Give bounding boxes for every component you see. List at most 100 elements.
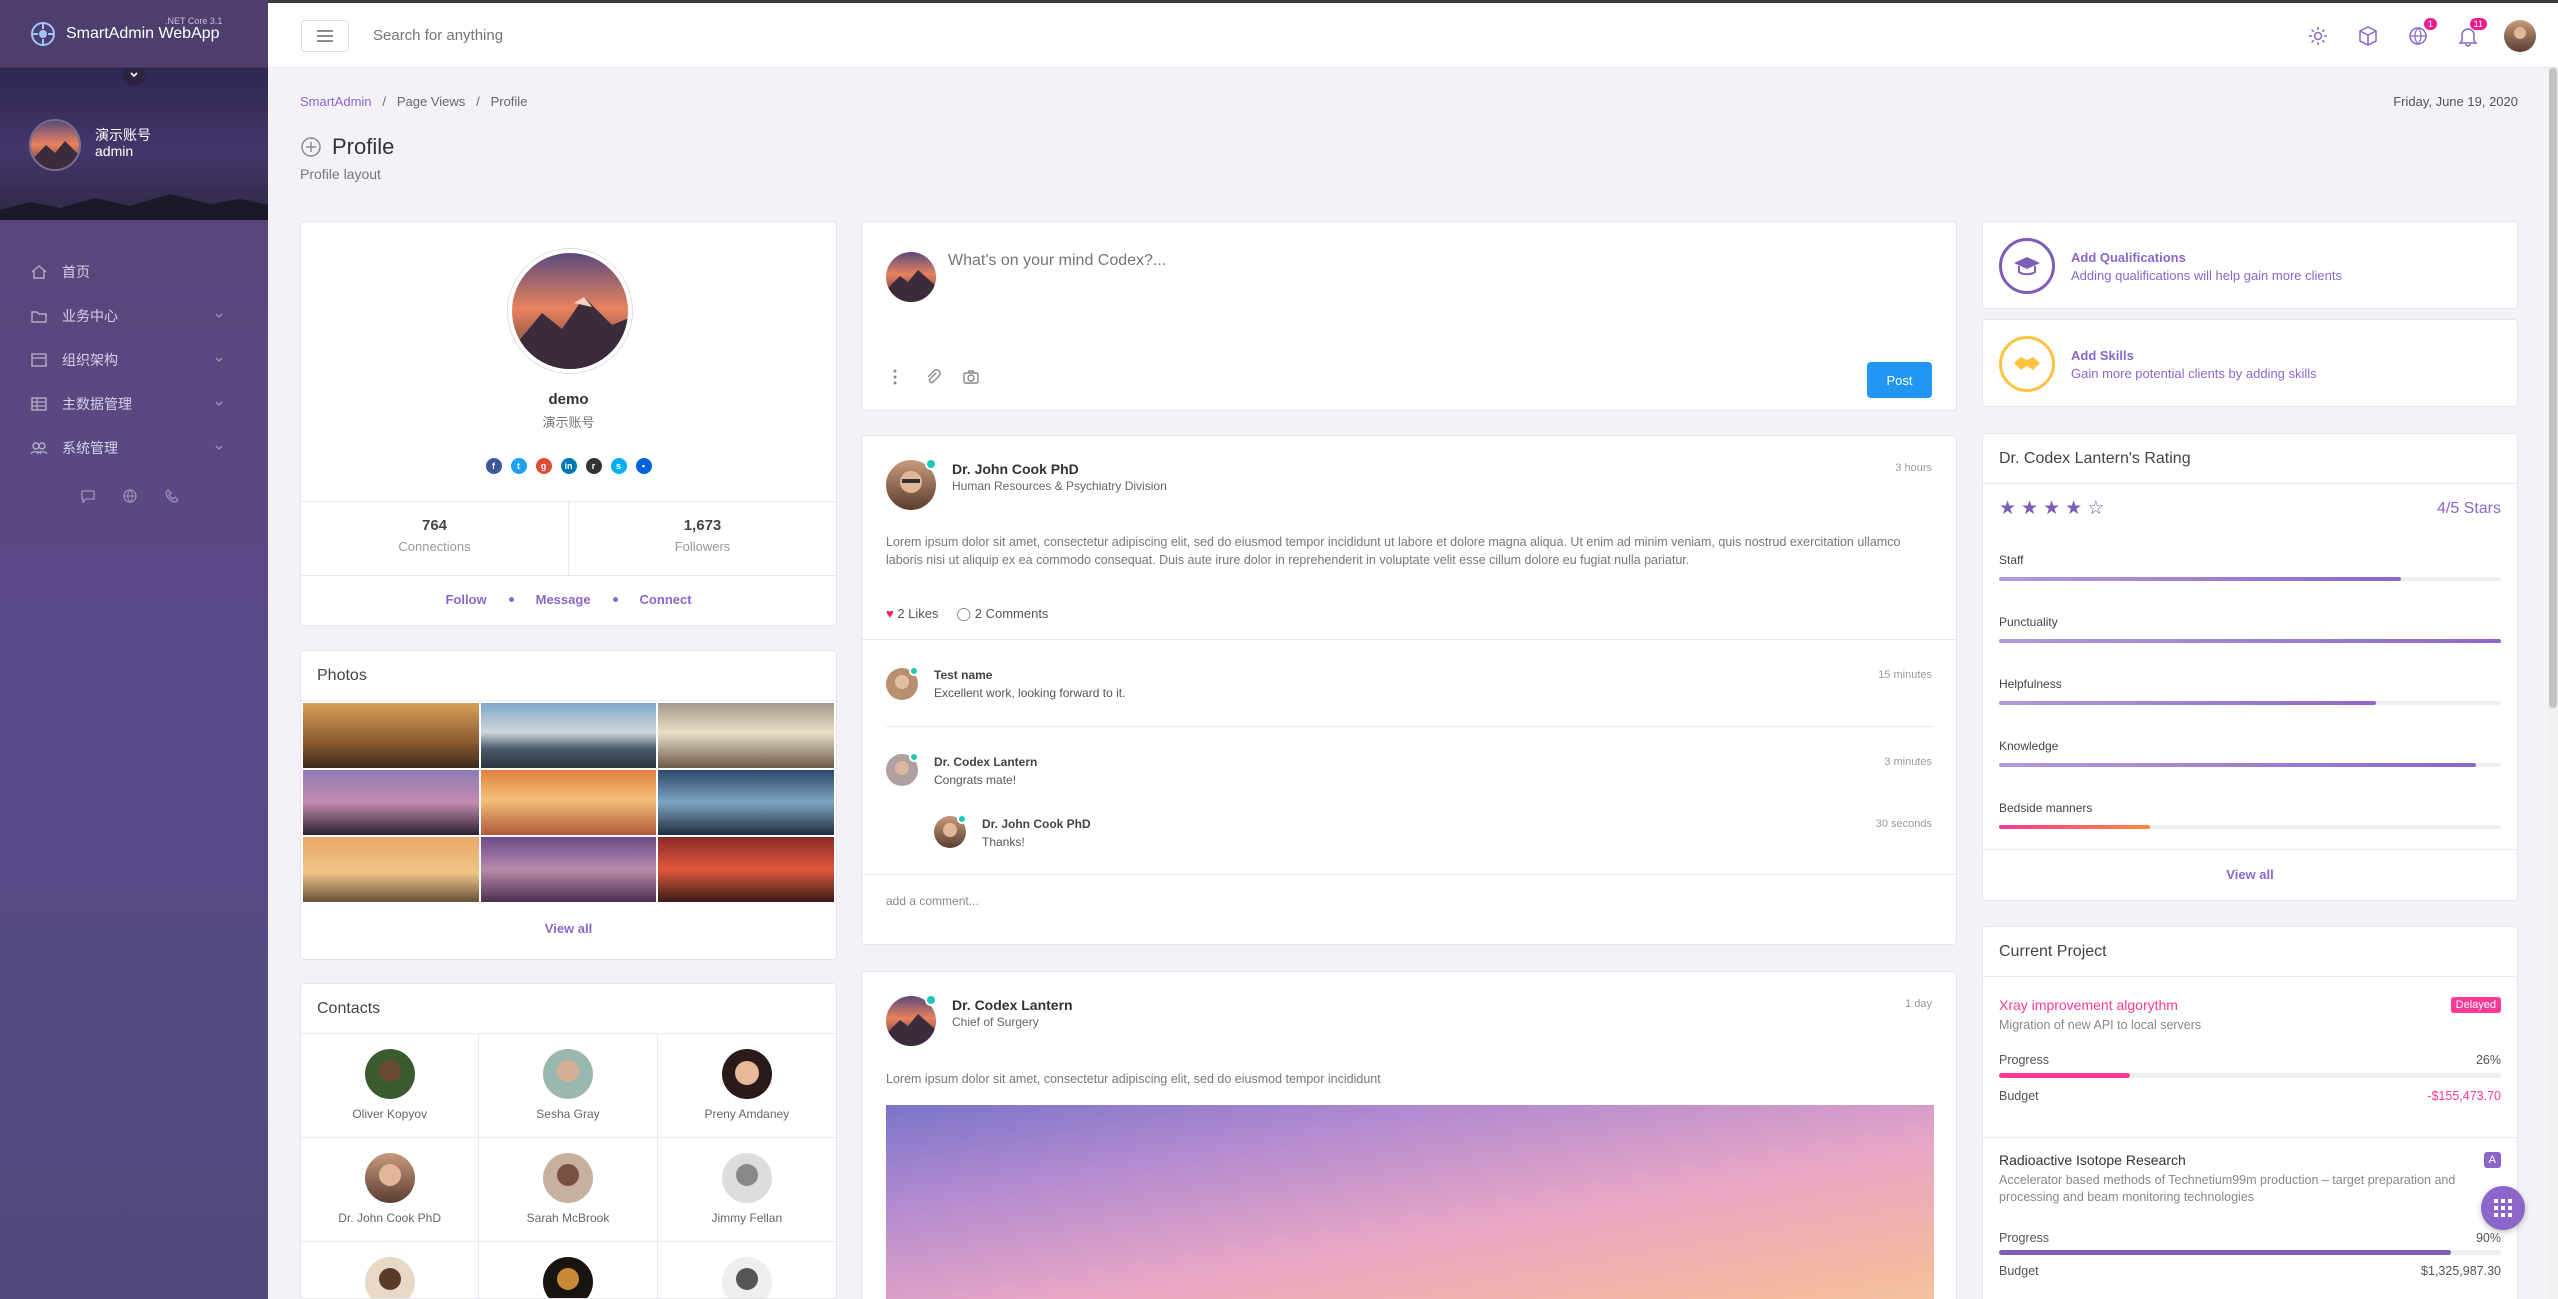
sidebar-item-master-data[interactable]: 主数据管理 [0, 382, 268, 426]
contact-item[interactable]: Dr. John Cook PhD [301, 1138, 480, 1242]
photos-view-all-link[interactable]: View all [301, 904, 836, 936]
photo-thumbnail[interactable] [658, 703, 834, 768]
twitter-icon[interactable]: t [510, 458, 527, 474]
graduation-cap-icon [1999, 238, 2055, 294]
avatar [364, 1153, 415, 1203]
chevron-down-icon [215, 357, 223, 362]
progress-fill [1999, 1073, 2130, 1078]
skype-icon[interactable]: s [610, 458, 627, 474]
user-name[interactable]: 演示账号 [95, 125, 151, 145]
comment-author[interactable]: Dr. Codex Lantern [934, 755, 1037, 769]
rating-view-all-link[interactable]: View all [1983, 850, 2517, 882]
sidebar-item-business[interactable]: 业务中心 [0, 294, 268, 338]
contact-item[interactable] [479, 1242, 658, 1298]
breadcrumb-item[interactable]: SmartAdmin [300, 94, 372, 109]
composer-tools [886, 368, 980, 386]
add-qualifications-card[interactable]: Add Qualifications Adding qualifications… [1982, 221, 2518, 309]
avatar [542, 1257, 593, 1298]
likes-link[interactable]: ♥ 2 Likes [886, 606, 939, 622]
contact-item[interactable]: Jimmy Fellan [657, 1138, 836, 1242]
phone-icon[interactable] [164, 488, 180, 504]
contact-item[interactable]: Sesha Gray [479, 1034, 658, 1138]
rating-title: Dr. Codex Lantern's Rating [1983, 434, 2517, 484]
google-plus-icon[interactable]: g [535, 458, 552, 474]
status-badge: Delayed [2450, 997, 2501, 1013]
camera-icon[interactable] [962, 368, 980, 386]
add-skills-card[interactable]: Add Skills Gain more potential clients b… [1982, 319, 2518, 407]
photo-thumbnail[interactable] [658, 837, 834, 902]
add-comment-input[interactable]: add a comment... [886, 894, 979, 908]
project-description: Accelerator based methods of Technetium9… [1999, 1173, 2456, 1204]
message-button[interactable]: Message [536, 592, 591, 607]
globe-icon[interactable] [122, 488, 138, 504]
globe-button[interactable]: 1 [2404, 17, 2438, 50]
project-name[interactable]: Xray improvement algorythm [1999, 997, 2178, 1013]
comment-author[interactable]: Dr. John Cook PhD [982, 817, 1091, 831]
photo-thumbnail[interactable] [480, 837, 657, 902]
post-textarea[interactable] [948, 252, 1948, 352]
flickr-icon[interactable]: ▪ [635, 458, 652, 474]
settings-button[interactable] [2304, 22, 2332, 50]
followers-label: Followers [674, 539, 731, 554]
photo-thumbnail[interactable] [480, 703, 657, 768]
photo-thumbnail[interactable] [303, 703, 479, 768]
apps-fab-button[interactable] [2481, 1186, 2525, 1230]
linkedin-icon[interactable]: in [560, 458, 577, 474]
rating-bar: Punctuality [1999, 615, 2501, 643]
connect-button[interactable]: Connect [640, 592, 692, 607]
photo-thumbnail[interactable] [303, 770, 479, 835]
post-card: Dr. Codex Lantern Chief of Surgery 1 day… [861, 971, 1957, 1299]
contact-item[interactable] [301, 1242, 480, 1298]
comments-count: 2 Comments [974, 606, 1049, 621]
post-image[interactable] [886, 1105, 1934, 1299]
chat-icon[interactable] [80, 488, 96, 504]
avatar [508, 249, 632, 373]
scrollbar[interactable] [2548, 68, 2558, 1299]
post-author[interactable]: Dr. John Cook PhD [952, 461, 1079, 477]
post-card: Dr. John Cook PhD Human Resources & Psyc… [861, 435, 1957, 945]
notifications-button[interactable]: 11 [2454, 17, 2488, 50]
facebook-icon[interactable]: f [485, 458, 502, 474]
breadcrumb-item[interactable]: Page Views [397, 94, 465, 109]
menu-toggle-button[interactable] [301, 20, 349, 52]
photo-thumbnail[interactable] [658, 770, 834, 835]
search-input[interactable] [373, 27, 773, 44]
avatar[interactable] [29, 119, 81, 171]
sidebar-item-label: 系统管理 [62, 440, 118, 456]
post-author[interactable]: Dr. Codex Lantern [952, 997, 1073, 1013]
comments-link[interactable]: ◯ 2 Comments [957, 606, 1049, 622]
sidebar-item-organization[interactable]: 组织架构 [0, 338, 268, 382]
apps-button[interactable] [2354, 22, 2382, 50]
sidebar-item-system[interactable]: 系统管理 [0, 426, 268, 470]
comment-author[interactable]: Test name [934, 668, 992, 682]
post-button[interactable]: Post [1867, 362, 1932, 398]
sidebar-item-label: 主数据管理 [62, 396, 132, 412]
more-vertical-icon[interactable] [886, 368, 904, 386]
brand[interactable]: SmartAdmin WebApp .NET Core 3.1 [0, 0, 268, 68]
project-name[interactable]: Radioactive Isotope Research [1999, 1152, 2186, 1168]
cube-icon [2359, 26, 2377, 46]
reddit-icon[interactable]: r [585, 458, 602, 474]
sidebar-item-home[interactable]: 首页 [0, 250, 268, 294]
paperclip-icon[interactable] [924, 368, 942, 386]
chevron-down-icon [215, 313, 223, 318]
follow-button[interactable]: Follow [445, 592, 486, 607]
project-title: Current Project [1983, 927, 2517, 977]
globe-badge: 1 [2422, 17, 2438, 31]
avatar [364, 1049, 415, 1099]
rating-bar-track [1999, 701, 2501, 705]
contact-item[interactable]: Preny Amdaney [657, 1034, 836, 1138]
photo-thumbnail[interactable] [303, 837, 479, 902]
photo-thumbnail[interactable] [480, 770, 657, 835]
scrollbar-thumb[interactable] [2549, 68, 2557, 708]
avatar[interactable] [2504, 20, 2536, 52]
contact-item[interactable]: Sarah McBrook [479, 1138, 658, 1242]
contact-item[interactable] [658, 1242, 836, 1298]
contact-item[interactable]: Oliver Kopyov [301, 1034, 480, 1138]
user-role: admin [95, 143, 134, 159]
banner-toggle-button[interactable] [123, 68, 145, 86]
star-rating: ★ ★ ★ ★ ☆ [1999, 497, 2104, 520]
home-icon [31, 265, 47, 279]
post-text: Lorem ipsum dolor sit amet, consectetur … [886, 1072, 1381, 1086]
rating-label: 4/5 Stars [2436, 500, 2501, 517]
